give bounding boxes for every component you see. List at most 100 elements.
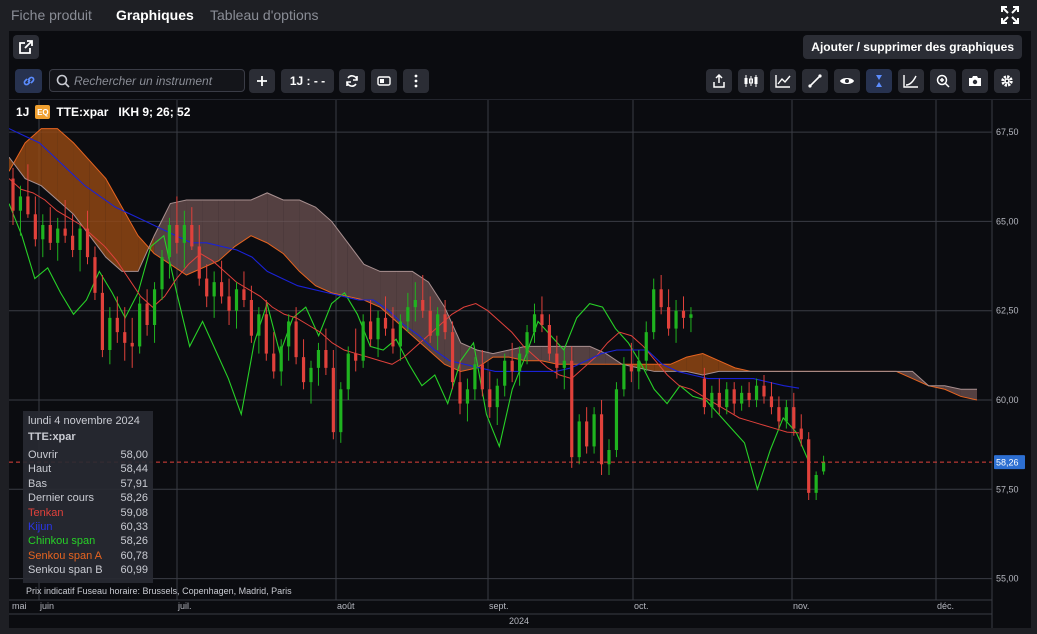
candle-body [234, 289, 239, 311]
candle-body [592, 414, 596, 447]
candle-body [577, 421, 581, 458]
candle-body [681, 310, 686, 318]
candle-body [257, 314, 261, 336]
candle-body [807, 439, 811, 493]
chart-toolbar: 1J : - - [9, 66, 1031, 96]
candle-body [510, 360, 514, 372]
tooltip-row-value: 59,08 [120, 506, 148, 519]
candle-body [152, 289, 157, 325]
candle-body [443, 314, 447, 333]
tab-graphiques[interactable]: Graphiques [116, 7, 194, 23]
more-vertical-icon [414, 74, 418, 88]
candlestick-type-icon [744, 75, 758, 87]
candle-body [369, 321, 373, 340]
candle-body [339, 389, 343, 433]
x-tick-label: oct. [634, 601, 649, 611]
zoom-icon [936, 74, 950, 88]
candle-body [710, 392, 714, 408]
candle-body [301, 357, 306, 383]
chart-type-button[interactable] [738, 69, 764, 93]
candle-body [11, 178, 15, 211]
kumo-cloud-segment [41, 128, 58, 200]
candle-body [398, 321, 402, 347]
candle-body [725, 389, 729, 408]
refresh-icon [346, 75, 358, 87]
panel-header: Ajouter / supprimer des graphiques [9, 31, 1031, 64]
candle-body [354, 353, 358, 361]
tooltip-row-value: 60,33 [120, 520, 148, 533]
screenshot-button[interactable] [962, 69, 988, 93]
add-remove-charts-button[interactable]: Ajouter / supprimer des graphiques [803, 35, 1022, 59]
tooltip-row-label: Senkou span A [28, 549, 103, 562]
candle-body [71, 235, 75, 250]
more-options-button[interactable] [403, 69, 429, 93]
fullscreen-icon[interactable] [1001, 6, 1019, 24]
tooltip-row: Senkou span B 60,99 [28, 563, 148, 577]
visibility-button[interactable] [834, 69, 860, 93]
link-button[interactable] [15, 69, 42, 93]
draw-line-button[interactable] [802, 69, 828, 93]
compare-icon [377, 76, 391, 86]
candle-body [78, 228, 82, 250]
x-tick-label: juin [39, 601, 54, 611]
kumo-cloud-segment [493, 350, 510, 358]
chart-area[interactable]: 67,50 65,00 62,50 60,00 57,50 55,00 mai juin jui… [9, 100, 1031, 628]
candle-body [473, 364, 477, 390]
share-button[interactable] [706, 69, 732, 93]
interval-selector[interactable]: 1J : - - [281, 69, 334, 93]
kumo-cloud-segment [315, 207, 332, 293]
compare-button[interactable] [371, 69, 397, 93]
candle-body [784, 407, 788, 422]
top-tab-bar: Fiche produit Graphiques Tableau d'optio… [0, 0, 1037, 31]
tab-tableau-options[interactable]: Tableau d'options [210, 7, 319, 23]
x-tick-label: déc. [937, 601, 954, 611]
candle-body [138, 303, 142, 347]
add-instrument-button[interactable] [249, 69, 275, 93]
trend-icon [903, 75, 918, 88]
tooltip-row: Ouvrir 58,00 [28, 448, 148, 462]
crosshair-button[interactable] [866, 69, 892, 93]
candle-body [190, 225, 194, 247]
search-input[interactable] [74, 72, 239, 89]
indicators-button[interactable] [770, 69, 796, 93]
footer-note: Prix indicatif Fuseau horaire: Brussels,… [26, 586, 292, 596]
zoom-button[interactable] [930, 69, 956, 93]
instrument-search[interactable] [49, 69, 245, 92]
tooltip-row: Haut 58,44 [28, 462, 148, 476]
ohlc-tooltip: lundi 4 novembre 2024 TTE:xpar Ouvrir 58,… [23, 411, 153, 583]
external-link-icon [19, 40, 33, 54]
candle-body [227, 296, 231, 311]
y-tick-label: 62,50 [996, 306, 1019, 316]
candle-body [674, 310, 678, 329]
draw-line-icon [808, 74, 822, 88]
candle-body [279, 346, 283, 372]
tooltip-row-label: Dernier cours [28, 492, 95, 505]
candle-body [100, 292, 104, 350]
kumo-cloud-segment [251, 192, 268, 243]
candle-body [18, 196, 23, 211]
candle-body [637, 360, 641, 372]
candle-body [197, 246, 201, 279]
tab-fiche-produit[interactable]: Fiche produit [11, 7, 92, 23]
crosshair-icon [876, 75, 882, 87]
y-tick-label: 60,00 [996, 395, 1019, 405]
search-icon [56, 74, 70, 88]
candle-body [41, 225, 45, 240]
candle-body [629, 364, 633, 372]
candle-body [264, 314, 268, 354]
candle-body [754, 385, 759, 400]
candle-body [689, 314, 693, 318]
tooltip-row-value: 58,26 [120, 535, 148, 548]
kumo-cloud-segment [654, 364, 671, 372]
open-external-button[interactable] [13, 35, 39, 59]
trend-button[interactable] [898, 69, 924, 93]
interval-label: 1J : - - [289, 74, 326, 88]
settings-button[interactable] [994, 69, 1020, 93]
ichimoku-chart[interactable]: 67,50 65,00 62,50 60,00 57,50 55,00 mai juin jui… [9, 100, 1031, 628]
refresh-button[interactable] [339, 69, 365, 93]
y-tick-label: 65,00 [996, 216, 1019, 226]
symbol-label: TTE:xpar [56, 105, 109, 119]
plus-icon [257, 76, 267, 86]
candle-body [740, 392, 744, 404]
candle-body [93, 257, 97, 293]
